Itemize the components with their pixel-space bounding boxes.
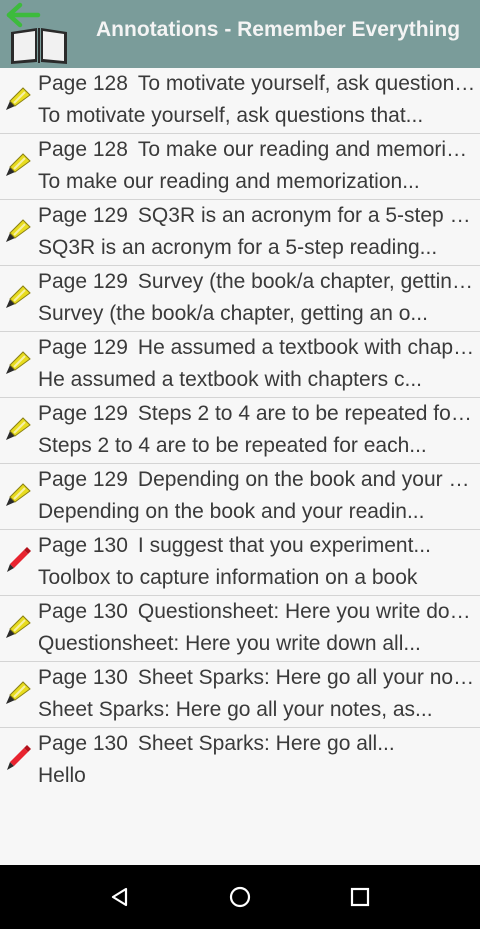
app-bar: Annotations - Remember Everything — [0, 0, 480, 68]
annotation-item[interactable]: Page 128 To make our reading and memoriza… — [0, 134, 480, 200]
annotation-heading: Page 128 To make our reading and memoriza… — [38, 138, 476, 162]
annotation-list: Page 128 To motivate yourself, ask questi… — [0, 68, 480, 793]
highlighter-icon — [3, 281, 33, 311]
annotation-title: To make our reading and memorization... — [137, 138, 476, 161]
annotation-text: Questionsheet: Here you write down all..… — [38, 632, 421, 655]
annotation-page: Page 128 — [38, 72, 128, 95]
annotation-page: Page 130 — [38, 732, 128, 755]
nav-back-icon[interactable] — [104, 881, 136, 913]
annotation-text: SQ3R is an acronym for a 5-step reading.… — [38, 236, 438, 259]
annotation-page: Page 130 — [38, 534, 128, 557]
annotation-title: Sheet Sparks: Here go all your notes, as… — [137, 666, 476, 689]
annotation-title: Sheet Sparks: Here go all... — [137, 732, 395, 755]
annotation-text: To make our reading and memorization... — [38, 170, 420, 193]
annotation-heading: Page 128 To motivate yourself, ask questi… — [38, 72, 476, 96]
annotation-title: Questionsheet: Here you write down all..… — [137, 600, 476, 623]
annotation-heading: Page 130 Sheet Sparks: Here go all... — [38, 732, 476, 756]
annotation-page: Page 129 — [38, 468, 128, 491]
annotation-item[interactable]: Page 129 He assumed a textbook with chapt… — [0, 332, 480, 398]
highlighter-icon — [3, 347, 33, 377]
nav-home-icon[interactable] — [224, 881, 256, 913]
annotation-item[interactable]: Page 129 Depending on the book and your r… — [0, 464, 480, 530]
annotation-text: Hello — [38, 764, 86, 787]
annotation-heading: Page 130 Sheet Sparks: Here go all your n… — [38, 666, 476, 690]
red-pen-icon — [3, 545, 33, 575]
annotation-heading: Page 130 Questionsheet: Here you write do… — [38, 600, 476, 624]
highlighter-icon — [3, 149, 33, 179]
annotation-item[interactable]: Page 130 Sheet Sparks: Here go all your n… — [0, 662, 480, 728]
nav-recents-icon[interactable] — [344, 881, 376, 913]
annotation-heading: Page 129 Steps 2 to 4 are to be repeated … — [38, 402, 476, 426]
annotation-text: Toolbox to capture information on a book — [38, 566, 418, 589]
annotation-item[interactable]: Page 130 I suggest that you experiment...… — [0, 530, 480, 596]
page-title: Annotations - Remember Everything — [96, 18, 461, 41]
annotation-text: Steps 2 to 4 are to be repeated for each… — [38, 434, 427, 457]
annotation-heading: Page 129 SQ3R is an acronym for a 5-step … — [38, 204, 476, 228]
annotation-text: Survey (the book/a chapter, getting an o… — [38, 302, 428, 325]
highlighter-icon — [3, 413, 33, 443]
annotation-page: Page 129 — [38, 336, 128, 359]
annotation-title: Steps 2 to 4 are to be repeated for each… — [137, 402, 476, 425]
annotation-page: Page 129 — [38, 402, 128, 425]
highlighter-icon — [3, 677, 33, 707]
annotation-item[interactable]: Page 130 Questionsheet: Here you write do… — [0, 596, 480, 662]
annotation-item[interactable]: Page 129 SQ3R is an acronym for a 5-step … — [0, 200, 480, 266]
annotation-title: He assumed a textbook with chapters c... — [137, 336, 476, 359]
annotation-title: SQ3R is an acronym for a 5-step reading.… — [137, 204, 476, 227]
annotation-heading: Page 129 Depending on the book and your r… — [38, 468, 476, 492]
annotation-text: Depending on the book and your readin... — [38, 500, 425, 523]
annotation-heading: Page 129 He assumed a textbook with chapt… — [38, 336, 476, 360]
annotation-text: Sheet Sparks: Here go all your notes, as… — [38, 698, 433, 721]
annotation-title: I suggest that you experiment... — [137, 534, 431, 557]
annotation-page: Page 129 — [38, 204, 128, 227]
annotation-page: Page 128 — [38, 138, 128, 161]
open-book-icon — [8, 22, 70, 66]
annotation-page: Page 130 — [38, 666, 128, 689]
highlighter-icon — [3, 479, 33, 509]
red-pen-icon — [3, 743, 33, 773]
annotation-item[interactable]: Page 130 Sheet Sparks: Here go all... Hell… — [0, 728, 480, 793]
annotation-page: Page 130 — [38, 600, 128, 623]
annotation-item[interactable]: Page 129 Steps 2 to 4 are to be repeated … — [0, 398, 480, 464]
annotation-item[interactable]: Page 129 Survey (the book/a chapter, gett… — [0, 266, 480, 332]
highlighter-icon — [3, 611, 33, 641]
highlighter-icon — [3, 215, 33, 245]
annotation-text: He assumed a textbook with chapters c... — [38, 368, 423, 391]
annotation-page: Page 129 — [38, 270, 128, 293]
annotation-heading: Page 130 I suggest that you experiment... — [38, 534, 476, 558]
annotation-heading: Page 129 Survey (the book/a chapter, gett… — [38, 270, 476, 294]
annotation-text: To motivate yourself, ask questions that… — [38, 104, 424, 127]
highlighter-icon — [3, 83, 33, 113]
system-nav-bar — [0, 865, 480, 929]
annotation-item[interactable]: Page 128 To motivate yourself, ask questi… — [0, 68, 480, 134]
annotation-title: Depending on the book and your readin... — [137, 468, 476, 491]
annotation-title: To motivate yourself, ask questions that… — [137, 72, 476, 95]
annotation-title: Survey (the book/a chapter, getting an o… — [137, 270, 476, 293]
